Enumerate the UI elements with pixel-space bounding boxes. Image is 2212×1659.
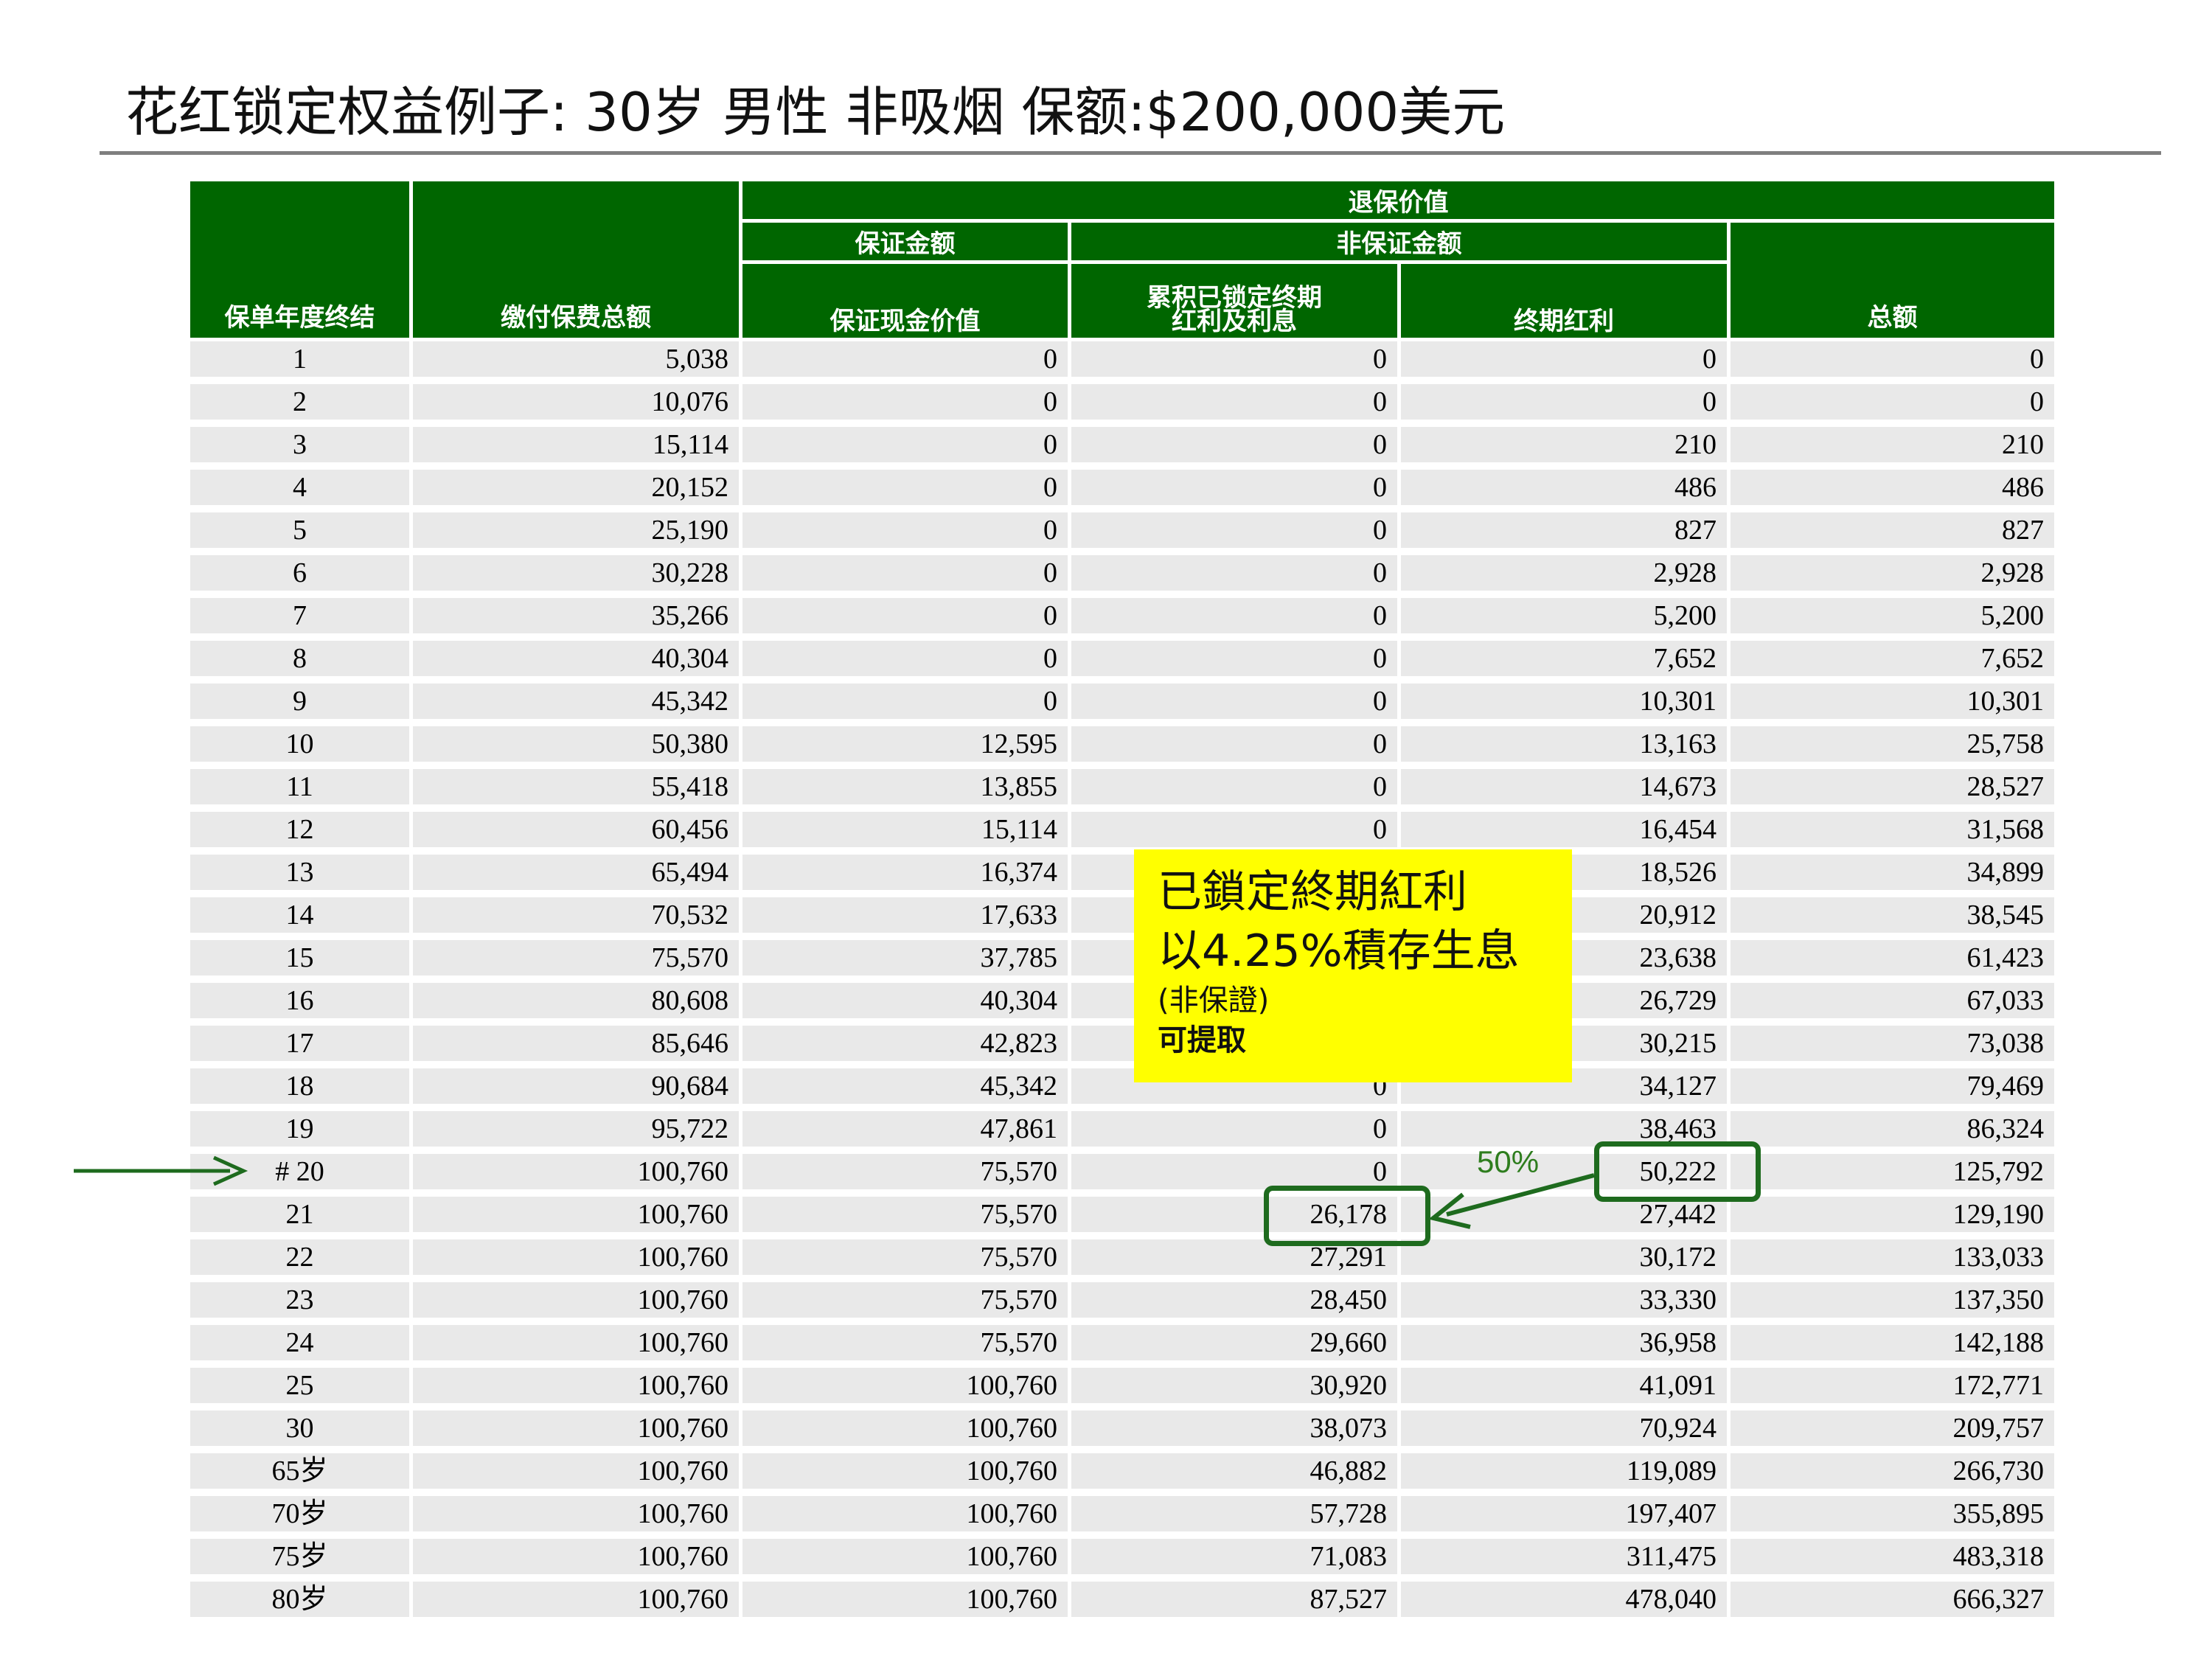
row-20-pointer-arrow-icon [74,1155,248,1186]
transfer-arrow-icon [1428,1173,1595,1229]
annotation-arrows [74,1155,1595,1229]
